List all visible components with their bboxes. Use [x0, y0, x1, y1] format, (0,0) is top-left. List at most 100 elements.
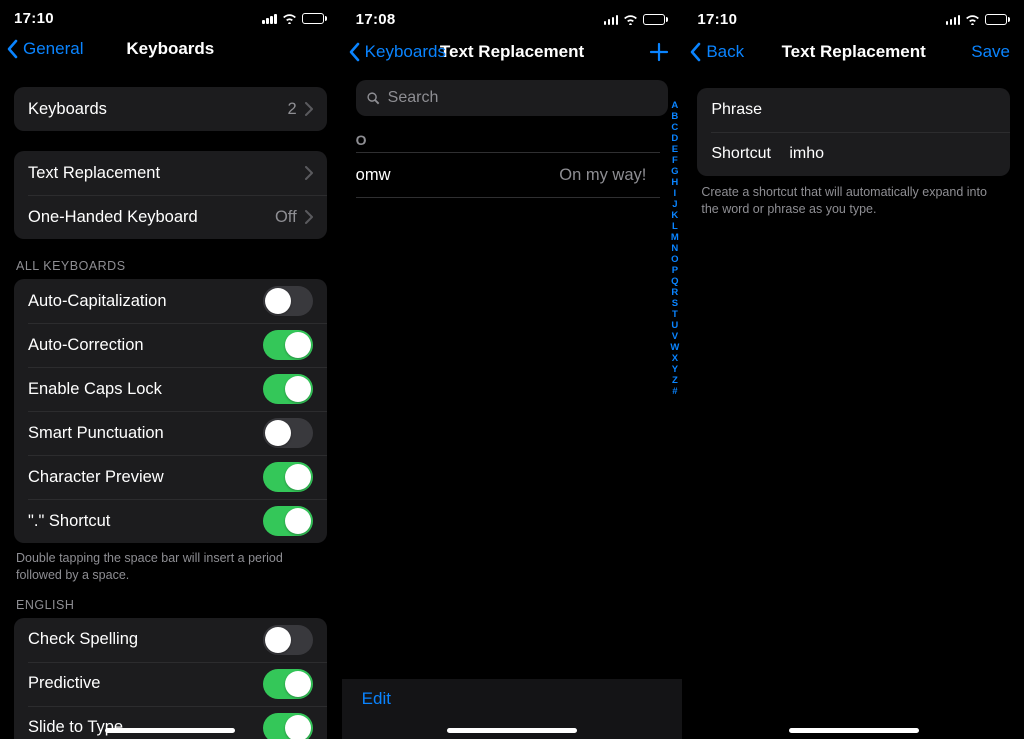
edit-button[interactable]: Edit: [362, 689, 391, 709]
index-letter[interactable]: V: [672, 331, 678, 342]
row-label: Predictive: [28, 674, 263, 693]
battery-icon: [985, 14, 1010, 25]
back-button[interactable]: General: [6, 39, 83, 59]
index-letter[interactable]: U: [671, 320, 678, 331]
signal-icon: [604, 14, 619, 25]
search-field[interactable]: Search: [356, 80, 669, 116]
index-letter[interactable]: O: [671, 254, 678, 265]
signal-icon: [262, 13, 277, 24]
item-shortcut: omw: [356, 166, 391, 185]
group-header-english: English: [14, 598, 327, 618]
row-keyboards[interactable]: Keyboards 2: [14, 87, 327, 131]
index-letter[interactable]: A: [671, 100, 678, 111]
toggle-switch[interactable]: [263, 462, 313, 492]
index-letter[interactable]: #: [672, 386, 677, 397]
index-letter[interactable]: K: [671, 210, 678, 221]
home-indicator[interactable]: [789, 728, 919, 733]
row-shortcut[interactable]: Shortcut imho: [697, 132, 1010, 176]
toggle-switch[interactable]: [263, 669, 313, 699]
list-item[interactable]: omwOn my way!: [342, 153, 661, 197]
index-letter[interactable]: C: [671, 122, 678, 133]
toggle-switch[interactable]: [263, 374, 313, 404]
home-indicator[interactable]: [447, 728, 577, 733]
back-button[interactable]: Keyboards: [348, 42, 446, 62]
wifi-icon: [965, 14, 980, 25]
row-all-2: Enable Caps Lock: [14, 367, 327, 411]
index-letter[interactable]: B: [671, 111, 678, 122]
toggle-switch[interactable]: [263, 506, 313, 536]
screen-text-replacement-edit: 17:10 Back Text Replacement Save Phrase …: [682, 0, 1024, 739]
status-bar: 17:10: [683, 8, 1024, 30]
back-label: General: [23, 39, 83, 59]
row-one-handed-keyboard[interactable]: One-Handed Keyboard Off: [14, 195, 327, 239]
field-label: Phrase: [711, 101, 789, 119]
nav-title: Text Replacement: [440, 42, 584, 62]
index-letter[interactable]: T: [672, 309, 678, 320]
row-all-0: Auto-Capitalization: [14, 279, 327, 323]
nav-title: Keyboards: [126, 39, 214, 59]
battery-icon: [643, 14, 668, 25]
screen-keyboards-settings: 17:10 General Keyboards Keyboards: [0, 0, 341, 739]
index-letter[interactable]: W: [670, 342, 679, 353]
status-time: 17:08: [356, 11, 396, 28]
row-all-4: Character Preview: [14, 455, 327, 499]
add-button[interactable]: [648, 41, 670, 63]
row-all-1: Auto-Correction: [14, 323, 327, 367]
wifi-icon: [282, 13, 297, 24]
row-label: Character Preview: [28, 468, 263, 487]
toggle-switch[interactable]: [263, 330, 313, 360]
row-label: Auto-Correction: [28, 336, 263, 355]
row-english-2: Slide to Type: [14, 706, 327, 739]
index-letter[interactable]: G: [671, 166, 678, 177]
shortcut-field[interactable]: imho: [789, 145, 996, 163]
row-all-3: Smart Punctuation: [14, 411, 327, 455]
row-all-5: "." Shortcut: [14, 499, 327, 543]
wifi-icon: [623, 14, 638, 25]
back-button[interactable]: Back: [689, 42, 744, 62]
index-letter[interactable]: Z: [672, 375, 678, 386]
status-bar: 17:08: [342, 8, 683, 30]
index-letter[interactable]: D: [671, 133, 678, 144]
row-phrase[interactable]: Phrase: [697, 88, 1010, 132]
row-label: Text Replacement: [28, 164, 305, 183]
signal-icon: [946, 14, 961, 25]
row-value: Off: [275, 208, 297, 227]
back-label: Back: [706, 42, 744, 62]
section-header: O: [342, 130, 661, 152]
field-label: Shortcut: [711, 145, 789, 163]
row-value: 2: [287, 100, 296, 119]
screen-text-replacement-list: 17:08 Keyboards Text Replacement Search: [341, 0, 683, 739]
status-time: 17:10: [14, 10, 54, 27]
index-letter[interactable]: X: [672, 353, 678, 364]
battery-icon: [302, 13, 327, 24]
index-letter[interactable]: Q: [671, 276, 678, 287]
save-button[interactable]: Save: [971, 42, 1010, 62]
index-letter[interactable]: J: [672, 199, 677, 210]
row-english-0: Check Spelling: [14, 618, 327, 662]
toggle-switch[interactable]: [263, 713, 313, 739]
section-index-bar[interactable]: ABCDEFGHIJKLMNOPQRSTUVWXYZ#: [670, 100, 679, 397]
index-letter[interactable]: H: [671, 177, 678, 188]
toggle-switch[interactable]: [263, 286, 313, 316]
index-letter[interactable]: F: [672, 155, 678, 166]
index-letter[interactable]: P: [672, 265, 678, 276]
row-text-replacement[interactable]: Text Replacement: [14, 151, 327, 195]
toggle-switch[interactable]: [263, 418, 313, 448]
index-letter[interactable]: E: [672, 144, 678, 155]
index-letter[interactable]: S: [672, 298, 678, 309]
index-letter[interactable]: R: [671, 287, 678, 298]
index-letter[interactable]: I: [674, 188, 677, 199]
index-letter[interactable]: M: [671, 232, 679, 243]
home-indicator[interactable]: [105, 728, 235, 733]
status-time: 17:10: [697, 11, 737, 28]
index-letter[interactable]: N: [671, 243, 678, 254]
index-letter[interactable]: Y: [672, 364, 678, 375]
nav-title: Text Replacement: [782, 42, 926, 62]
search-placeholder: Search: [388, 89, 439, 107]
group-footer-all-keyboards: Double tapping the space bar will insert…: [14, 543, 327, 584]
index-letter[interactable]: L: [672, 221, 678, 232]
group-header-all-keyboards: All Keyboards: [14, 259, 327, 279]
row-label: Check Spelling: [28, 630, 263, 649]
row-label: One-Handed Keyboard: [28, 208, 275, 227]
toggle-switch[interactable]: [263, 625, 313, 655]
